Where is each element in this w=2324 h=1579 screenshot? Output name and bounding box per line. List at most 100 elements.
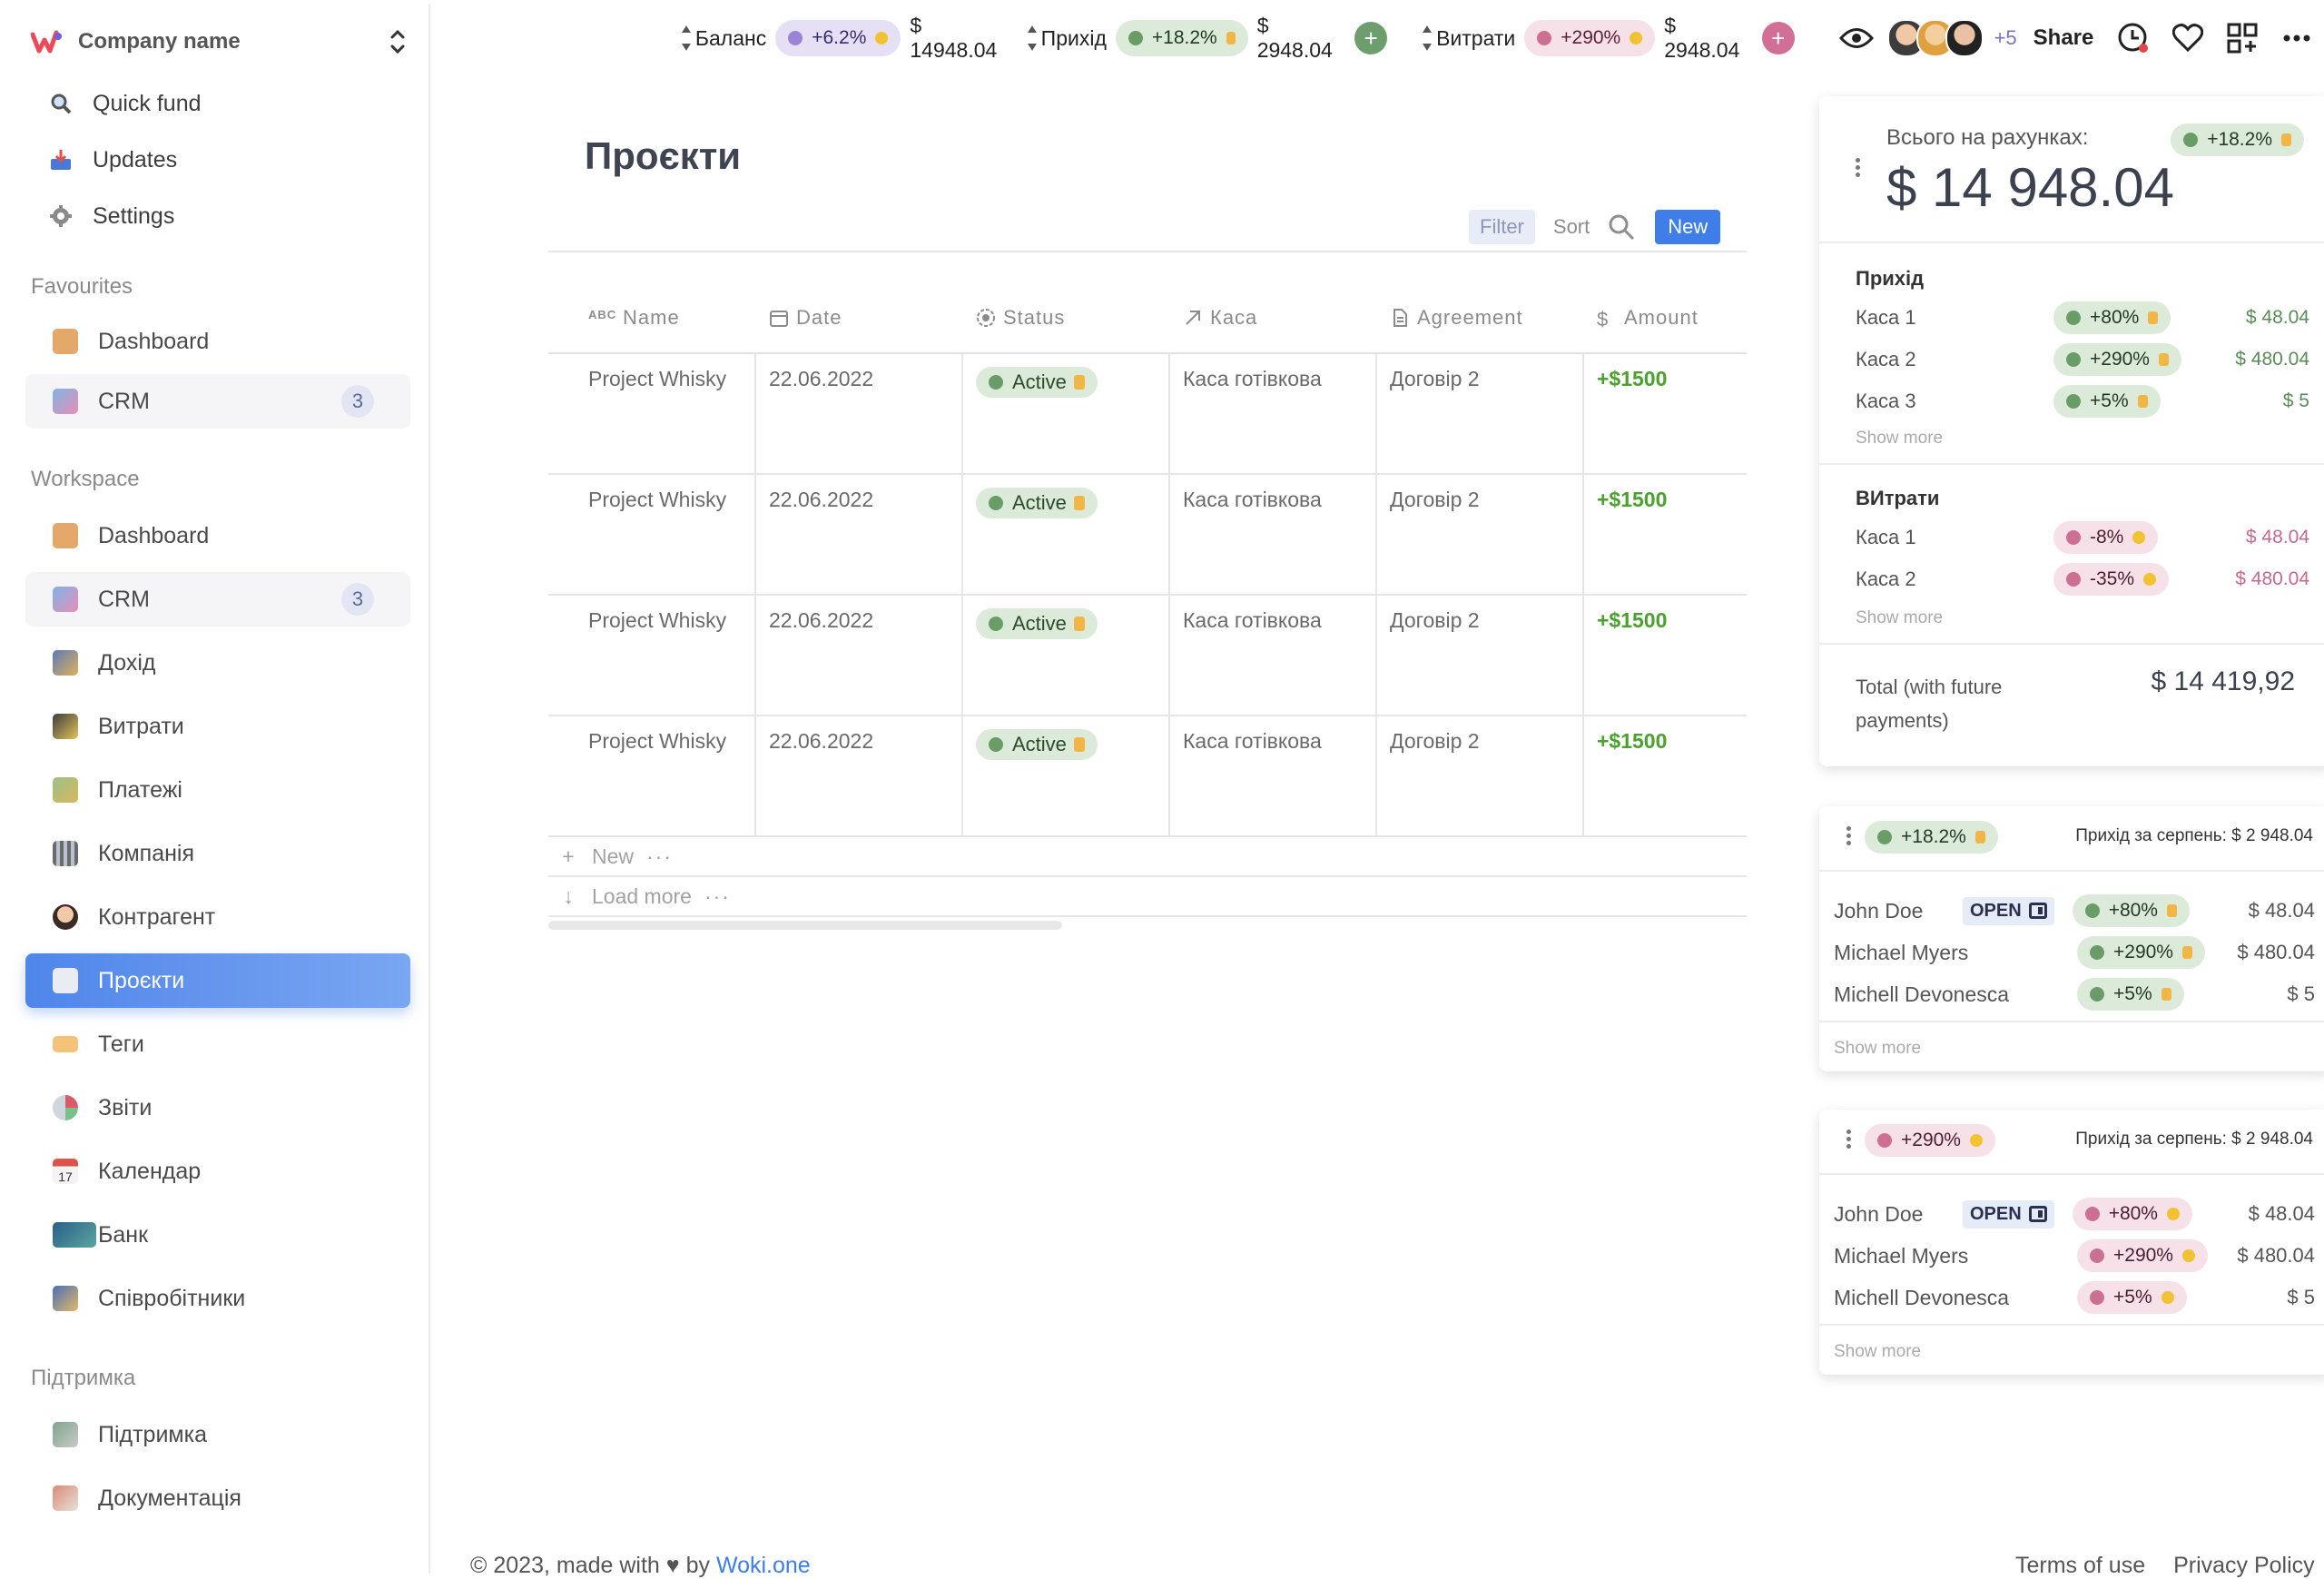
show-more-link[interactable]: Show more [1834,1039,1921,1059]
settings-link[interactable]: Settings [49,196,174,236]
woki-logo-icon [31,30,62,54]
sidebar-item-counterparty[interactable]: Контрагент [25,890,410,944]
nav-label: CRM [98,586,150,612]
cell-kasa: Каса готівкова [1170,354,1377,473]
balance-metric[interactable]: Баланс +6.2% $ 14948.04 [681,14,1014,63]
collaborator-avatars[interactable] [1886,19,1984,57]
nav-label: Теги [98,1031,144,1057]
open-button[interactable]: OPEN [1963,1199,2054,1229]
more-users-count[interactable]: +5 [1994,26,2017,50]
sidebar-item-projects[interactable]: Проєкти [25,953,410,1008]
column-header-name[interactable]: ABC Name [548,306,756,330]
future-total-label: Total (with future payments) [1856,676,2003,732]
expense-kasa-row[interactable]: Каса 2 -35% $ 480.04 [1856,561,2309,597]
filter-button[interactable]: Filter [1469,210,1535,244]
sidebar-item-reports[interactable]: Звіти [25,1081,410,1135]
nav-label: Дохід [98,649,156,676]
cell-status: Active [963,354,1170,473]
income-metric[interactable]: Прихід +18.2% $ 2948.04 + [1027,14,1409,63]
table-row[interactable]: Project Whisky 22.06.2022 Active Каса го… [548,354,1747,475]
divider [1819,242,2324,243]
company-name: Company name [78,29,241,54]
show-more-link[interactable]: Show more [1834,1342,1921,1362]
show-more-link[interactable]: Show more [1856,429,1943,449]
expenses-metric[interactable]: Витрати +290% $ 2948.04 + [1422,14,1817,63]
column-header-amount[interactable]: $ Amount [1584,306,1747,331]
person-row[interactable]: John Doe OPEN +80% $ 48.04 [1834,892,2315,930]
sidebar-item-tags[interactable]: Теги [25,1017,410,1071]
divider [1819,870,2324,872]
income-kasa-row[interactable]: Каса 1 +80% $ 48.04 [1856,300,2309,336]
sidebar-item-company[interactable]: Компанія [25,826,410,881]
clock-icon[interactable] [2115,20,2152,56]
table-row[interactable]: Project Whisky 22.06.2022 Active Каса го… [548,475,1747,596]
sidebar-item-employees[interactable]: Співробітники [25,1271,410,1326]
horizontal-scrollbar[interactable] [548,921,1062,930]
chevron-up-down-icon[interactable] [388,26,408,57]
sidebar-item-payments[interactable]: Платежі [25,763,410,817]
more-icon[interactable] [2279,20,2315,56]
expense-kasa-row[interactable]: Каса 1 -8% $ 48.04 [1856,519,2309,556]
open-button[interactable]: OPEN [1963,896,2054,925]
status-badge: Active [976,488,1098,518]
more-icon[interactable]: ··· [704,884,731,909]
show-more-link[interactable]: Show more [1856,608,1943,628]
updates-link[interactable]: Updates [49,140,177,180]
sidebar-item-dashboard[interactable]: Dashboard [25,508,410,563]
eye-icon[interactable] [1838,20,1875,56]
sidebar-item-expenses[interactable]: Витрати [25,699,410,754]
quick-fund-link[interactable]: Quick fund [49,84,202,123]
person-row[interactable]: Michael Myers +290% $ 480.04 [1834,933,2315,972]
person-row[interactable]: John Doe OPEN +80% $ 48.04 [1834,1195,2315,1233]
sidebar-item-calendar[interactable]: 17 Календар [25,1144,410,1199]
person-row[interactable]: Michell Devonesca +5% $ 5 [1834,1278,2315,1317]
column-header-kasa[interactable]: Каса [1170,306,1377,330]
drag-handle-icon[interactable] [1856,158,1861,180]
income-kasa-row[interactable]: Каса 3 +5% $ 5 [1856,383,2309,419]
pie-icon [53,1095,78,1120]
income-kasa-row[interactable]: Каса 2 +290% $ 480.04 [1856,341,2309,378]
table-row[interactable]: Project Whisky 22.06.2022 Active Каса го… [548,716,1747,837]
table-row[interactable]: Project Whisky 22.06.2022 Active Каса го… [548,596,1747,716]
more-icon[interactable]: ··· [646,844,673,869]
sidebar-item-docs[interactable]: Документація [25,1471,410,1525]
nav-label: Dashboard [98,328,210,354]
share-button[interactable]: Share [2034,25,2094,51]
add-expense-button[interactable]: + [1761,22,1795,54]
cell-date: 22.06.2022 [756,475,963,594]
apps-icon[interactable] [2224,20,2260,56]
company-switcher[interactable]: Company name [31,22,408,62]
sidebar-item-support[interactable]: Підтримка [25,1407,410,1462]
privacy-link[interactable]: Privacy Policy [2173,1553,2315,1578]
terms-link[interactable]: Terms of use [2015,1553,2145,1578]
load-more-button[interactable]: ↓ Load more ··· [548,877,1747,917]
column-header-date[interactable]: Date [756,306,963,330]
search-icon[interactable] [1608,213,1635,241]
person-row[interactable]: Michael Myers +290% $ 480.04 [1834,1237,2315,1275]
column-header-agreement[interactable]: Agreement [1377,306,1584,330]
expenses-value: $ 2948.04 [1664,14,1740,62]
cell-status: Active [963,716,1170,835]
favourite-item-crm[interactable]: CRM 3 [25,374,410,429]
open-panel-icon [2028,903,2047,919]
sidebar-item-income[interactable]: Дохід [25,636,410,690]
favourite-item-dashboard[interactable]: Dashboard [25,314,410,369]
sidebar-item-bank[interactable]: Банк [25,1208,410,1262]
brand-link[interactable]: Woki.one [716,1553,811,1578]
sort-button[interactable]: Sort [1553,215,1590,239]
future-total-value: $ 14 419,92 [2151,666,2295,696]
add-income-button[interactable]: + [1354,22,1388,54]
income-change-pill: +18.2% [1115,20,1248,56]
sidebar-item-crm[interactable]: CRM 3 [25,572,410,627]
balance-change-pill: +6.2% [775,20,901,56]
by-text: by [685,1553,710,1578]
column-header-status[interactable]: Status [963,306,1170,330]
smile-emoji-icon [2181,1249,2195,1262]
drag-handle-icon[interactable] [1846,826,1852,848]
new-button[interactable]: New [1655,210,1721,244]
hand-emoji-icon [2137,395,2148,408]
new-row-button[interactable]: + New ··· [548,837,1747,877]
heart-icon[interactable] [2170,20,2206,56]
person-row[interactable]: Michell Devonesca +5% $ 5 [1834,975,2315,1013]
drag-handle-icon[interactable] [1846,1130,1852,1151]
